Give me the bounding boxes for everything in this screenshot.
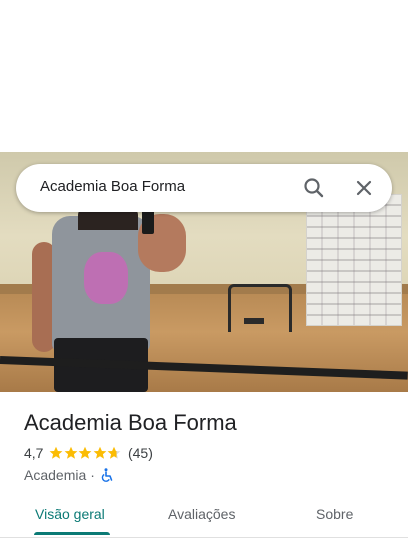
photo-banner-backdrop [306,194,402,326]
search-icon[interactable] [300,174,328,202]
tab-reviews[interactable]: Avaliações [168,506,235,522]
wheelchair-icon [101,468,114,482]
close-icon[interactable] [350,174,378,202]
star-icon [79,446,92,459]
rating-stars [49,446,122,460]
search-input[interactable]: Academia Boa Forma [40,178,185,195]
category-separator: · [90,467,95,483]
active-tab-indicator [34,532,110,535]
star-icon [108,446,121,459]
rating-value: 4,7 [24,445,44,461]
photo-bench-foot [244,318,264,324]
place-tabs: Visão geral Avaliações Sobre [0,496,408,538]
tab-about[interactable]: Sobre [316,506,353,522]
review-count[interactable]: (45) [128,445,153,461]
star-icon [64,446,78,459]
place-category[interactable]: Academia [24,467,86,483]
star-icon [93,446,107,459]
search-bar[interactable]: Academia Boa Forma [16,164,392,212]
photo-person-shirt-print [84,252,128,304]
photo-exercise-bench [228,284,292,332]
star-icon [50,446,63,459]
tab-overview[interactable]: Visão geral [35,506,105,522]
category-row: Academia · [24,466,114,484]
place-title: Academia Boa Forma [24,410,237,435]
rating-row[interactable]: 4,7 (45) [24,444,153,462]
top-blank-area [0,0,408,152]
